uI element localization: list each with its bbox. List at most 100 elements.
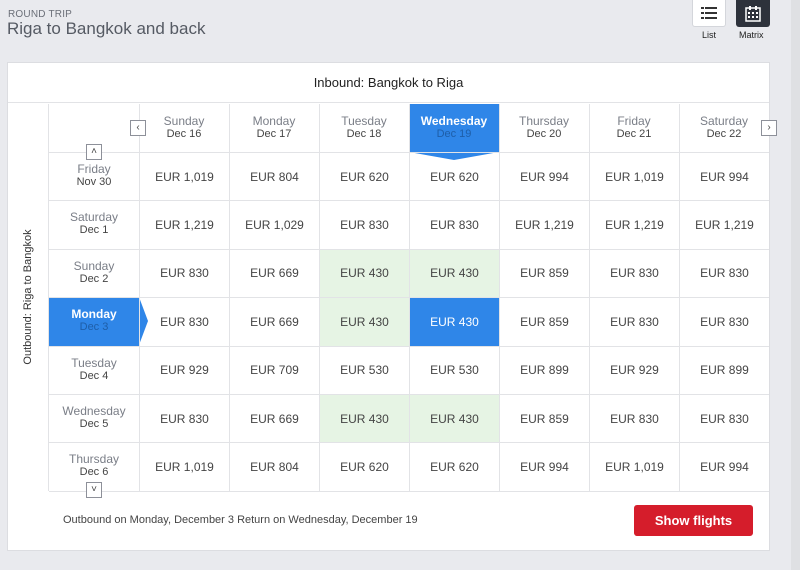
price-cell[interactable]: EUR 899 [500,347,589,394]
price-cell[interactable]: EUR 994 [500,153,589,200]
inbound-date-header[interactable]: Wednesday Dec 19 [409,104,499,160]
next-week-button[interactable]: › [761,120,777,136]
outbound-day-label: Tuesday [71,355,117,370]
outbound-date-label: Nov 30 [76,176,112,188]
inbound-date-header[interactable]: Sunday Dec 16 [139,104,229,152]
price-cell[interactable]: EUR 1,019 [140,153,229,200]
price-cell[interactable]: EUR 830 [680,395,769,442]
price-cell[interactable]: EUR 804 [230,153,319,200]
page-scrollbar[interactable] [791,0,800,570]
matrix-view-button[interactable] [736,0,770,27]
price-cell[interactable]: EUR 830 [590,395,679,442]
outbound-day-label: Friday [77,162,111,176]
price-cell[interactable]: EUR 929 [140,347,229,394]
price-cell[interactable]: EUR 859 [500,298,589,345]
outbound-date-label: Dec 1 [79,224,109,237]
price-cell[interactable]: EUR 430 [410,298,499,346]
price-cell[interactable]: EUR 620 [410,153,499,200]
inbound-date-label: Dec 16 [166,128,202,140]
price-cell[interactable]: EUR 1,219 [500,201,589,248]
price-cell[interactable]: EUR 859 [500,395,589,442]
list-view-label[interactable]: List [702,30,716,40]
outbound-date-header[interactable]: Saturday Dec 1 [49,200,139,248]
price-cell[interactable]: EUR 830 [140,250,229,297]
price-cell[interactable]: EUR 994 [680,153,769,200]
price-cell[interactable]: EUR 830 [410,201,499,248]
price-cell[interactable]: EUR 994 [680,443,769,490]
grid-divider [49,442,769,444]
price-cell[interactable]: EUR 830 [680,250,769,297]
price-cell[interactable]: EUR 430 [320,395,409,443]
price-cell[interactable]: EUR 1,219 [680,201,769,248]
price-grid: Sunday Dec 16 Monday Dec 17 Tuesday Dec 18 Wed… [49,104,777,498]
outbound-day-label: Monday [71,307,117,322]
grid-divider [49,152,769,153]
price-cell[interactable]: EUR 530 [410,347,499,394]
outbound-date-header[interactable]: Monday Dec 3 [49,297,148,346]
price-cell[interactable]: EUR 430 [320,298,409,346]
price-cell[interactable]: EUR 1,019 [590,153,679,200]
inbound-date-header[interactable]: Thursday Dec 20 [499,104,589,152]
outbound-day-label: Wednesday [62,404,126,418]
price-cell[interactable]: EUR 804 [230,443,319,490]
list-view-button[interactable] [692,0,726,27]
price-cell[interactable]: EUR 669 [230,298,319,345]
price-cell[interactable]: EUR 1,019 [590,443,679,490]
chevron-right-icon: › [767,122,771,133]
inbound-date-label: Dec 19 [436,128,472,140]
price-cell[interactable]: EUR 430 [410,395,499,443]
inbound-date-label: Dec 22 [706,128,742,140]
scroll-up-button[interactable]: ˄ [86,144,102,160]
chevron-up-icon: ˄ [91,146,97,157]
show-flights-button[interactable]: Show flights [634,505,753,536]
outbound-day-label: Thursday [68,452,120,467]
price-cell[interactable]: EUR 620 [320,153,409,200]
price-cell[interactable]: EUR 830 [140,395,229,442]
price-cell[interactable]: EUR 620 [410,443,499,490]
price-cell[interactable]: EUR 1,029 [230,201,319,248]
outbound-axis-title: Outbound: Riga to Bangkok [22,229,34,365]
price-cell[interactable]: EUR 830 [590,298,679,345]
selection-summary: Outbound on Monday, December 3 Return on… [63,514,418,526]
page-title: Riga to Bangkok and back [7,19,206,38]
outbound-day-label: Saturday [69,210,119,225]
inbound-date-header[interactable]: Monday Dec 17 [229,104,319,152]
matrix-view-label[interactable]: Matrix [739,30,764,40]
inbound-day-label: Monday [252,114,296,128]
outbound-date-label: Dec 5 [79,418,109,430]
price-cell[interactable]: EUR 1,219 [590,201,679,248]
price-cell[interactable]: EUR 669 [230,395,319,442]
price-cell[interactable]: EUR 830 [590,250,679,297]
price-cell[interactable]: EUR 994 [500,443,589,490]
price-cell[interactable]: EUR 830 [320,201,409,248]
price-cell[interactable]: EUR 859 [500,250,589,297]
price-cell[interactable]: EUR 899 [680,347,769,394]
outbound-date-header[interactable]: Wednesday Dec 5 [49,394,139,442]
price-cell[interactable]: EUR 830 [140,298,229,345]
inbound-day-label: Wednesday [420,114,488,128]
price-cell[interactable]: EUR 1,219 [140,201,229,248]
grid-divider [49,394,769,395]
scroll-down-button[interactable]: ˅ [86,482,102,498]
price-cell[interactable]: EUR 669 [230,250,319,297]
outbound-day-label: Sunday [73,258,115,273]
grid-divider [49,490,769,492]
price-cell[interactable]: EUR 430 [410,249,499,298]
chevron-left-icon: ‹ [136,122,140,133]
inbound-date-header[interactable]: Saturday Dec 22 [679,104,769,152]
prev-week-button[interactable]: ‹ [130,120,146,136]
inbound-date-header[interactable]: Friday Dec 21 [589,104,679,152]
price-cell[interactable]: EUR 530 [320,347,409,394]
price-cell[interactable]: EUR 830 [680,298,769,345]
price-cell[interactable]: EUR 620 [320,443,409,490]
outbound-date-label: Dec 3 [79,321,109,334]
outbound-date-header[interactable]: Sunday Dec 2 [49,249,139,297]
inbound-date-header[interactable]: Tuesday Dec 18 [319,104,409,152]
price-cell[interactable]: EUR 430 [320,249,409,298]
inbound-date-label: Dec 20 [526,128,562,140]
price-cell[interactable]: EUR 1,019 [140,443,229,490]
price-cell[interactable]: EUR 709 [230,347,319,394]
price-cell[interactable]: EUR 929 [590,347,679,394]
outbound-date-header[interactable]: Tuesday Dec 4 [49,346,139,394]
grid-divider [49,297,769,299]
